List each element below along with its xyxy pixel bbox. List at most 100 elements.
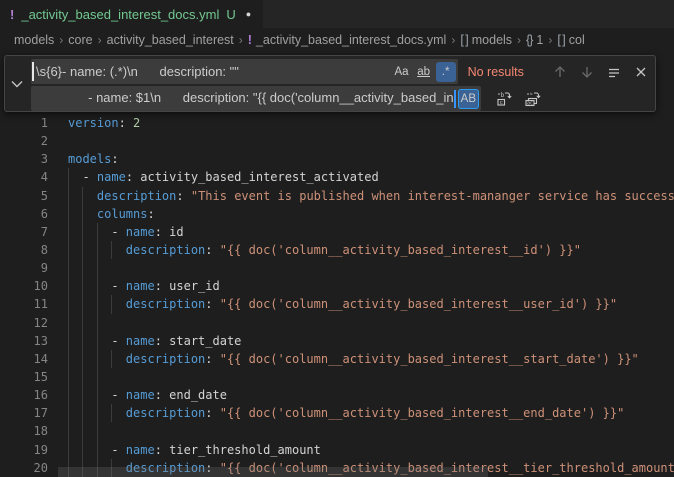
code-token: name bbox=[126, 225, 155, 239]
indent-guide bbox=[82, 223, 83, 241]
indent-guide bbox=[82, 241, 83, 259]
find-status: No results bbox=[468, 65, 544, 79]
svg-text:c: c bbox=[500, 100, 503, 106]
code-token: : user_id bbox=[155, 279, 220, 293]
indent-guide bbox=[82, 277, 83, 295]
indent-guide bbox=[97, 259, 98, 277]
breadcrumb-item[interactable]: {}1 bbox=[526, 33, 543, 47]
code-token: name bbox=[97, 170, 126, 184]
code-line: description: "{{ doc('column__activity_b… bbox=[68, 241, 674, 259]
code-line: description: "{{ doc('column__activity_b… bbox=[68, 295, 674, 313]
find-replace-widget: \s{6}- name: (.*)\n description: "" Aa a… bbox=[4, 55, 656, 112]
replace-value-text: - name: $1\n description: "{{ doc('colum… bbox=[66, 90, 453, 108]
find-caret bbox=[32, 62, 34, 81]
code-token: description bbox=[126, 297, 205, 311]
indent-guide bbox=[82, 295, 83, 313]
breadcrumb-item[interactable]: [ ]models bbox=[460, 33, 512, 47]
breadcrumb-separator-icon: › bbox=[548, 33, 552, 47]
arrow-down-icon bbox=[580, 65, 594, 79]
indent-guide bbox=[97, 314, 98, 332]
replace-button[interactable]: ᵃb c bbox=[493, 88, 515, 110]
previous-match-button[interactable] bbox=[550, 61, 571, 83]
whole-word-button[interactable]: ab bbox=[414, 62, 434, 82]
indent-guide bbox=[68, 187, 69, 205]
indent-guide bbox=[82, 259, 83, 277]
horizontal-scrollbar[interactable] bbox=[58, 467, 488, 477]
code-token: description bbox=[126, 352, 205, 366]
preserve-case-button[interactable]: AB bbox=[458, 89, 479, 109]
indent-guide bbox=[82, 350, 83, 368]
code-line: - name: tier_threshold_amount bbox=[68, 441, 674, 459]
code-token: description bbox=[126, 406, 205, 420]
code-token: : activity_based_interest_activated bbox=[126, 170, 379, 184]
find-input[interactable]: \s{6}- name: (.*)\n description: "" Aa a… bbox=[31, 59, 458, 84]
code-token: : bbox=[119, 116, 133, 130]
close-find-button[interactable] bbox=[630, 61, 651, 83]
indent-guide bbox=[97, 404, 98, 422]
next-match-button[interactable] bbox=[576, 61, 597, 83]
close-icon bbox=[635, 66, 647, 78]
code-line: description: "This event is published wh… bbox=[68, 187, 674, 205]
code-line: version: 2 bbox=[68, 114, 674, 132]
arrow-up-icon bbox=[553, 65, 567, 79]
breadcrumb-item[interactable]: !_activity_based_interest_docs.yml bbox=[248, 33, 447, 47]
line-number: 19 bbox=[0, 441, 48, 459]
line-number-gutter: 1234567891011121314151617181920 bbox=[0, 114, 48, 477]
indent-guide bbox=[82, 332, 83, 350]
chevron-down-icon bbox=[11, 80, 23, 88]
code-token: name bbox=[126, 388, 155, 402]
indent-guide bbox=[97, 241, 98, 259]
code-token: - bbox=[68, 170, 97, 184]
line-number: 18 bbox=[0, 422, 48, 440]
breadcrumb-label: 1 bbox=[536, 33, 543, 47]
indent-guide bbox=[82, 205, 83, 223]
indent-guide bbox=[68, 259, 69, 277]
modified-dot-icon[interactable]: ● bbox=[246, 9, 251, 19]
tab-bar: ! _activity_based_interest_docs.yml U ● bbox=[0, 0, 674, 28]
line-number: 12 bbox=[0, 314, 48, 332]
code-token: version bbox=[68, 116, 119, 130]
code-token: : start_date bbox=[155, 334, 242, 348]
editor-tab[interactable]: ! _activity_based_interest_docs.yml U ● bbox=[0, 0, 264, 28]
indent-guide bbox=[82, 404, 83, 422]
breadcrumb-item[interactable]: core bbox=[68, 33, 92, 47]
line-number: 10 bbox=[0, 277, 48, 295]
match-case-button[interactable]: Aa bbox=[392, 62, 412, 82]
indent-guide bbox=[97, 223, 98, 241]
symbol-array-icon: [ ] bbox=[557, 33, 564, 47]
svg-text:ᵃb: ᵃb bbox=[497, 92, 505, 99]
code-token: name bbox=[126, 443, 155, 457]
toggle-replace-chevron[interactable] bbox=[5, 56, 29, 111]
code-token: : bbox=[111, 152, 118, 166]
breadcrumb-item[interactable]: [ ] col bbox=[557, 33, 584, 47]
code-line: description: "{{ doc('column__activity_b… bbox=[68, 350, 674, 368]
code-token: "{{ doc('column__activity_based_interest… bbox=[220, 243, 581, 257]
code-token: columns bbox=[97, 207, 148, 221]
indent-guide bbox=[68, 350, 69, 368]
replace-caret bbox=[454, 90, 456, 108]
indent-guide bbox=[97, 386, 98, 404]
regex-button[interactable]: .* bbox=[436, 62, 456, 82]
line-number: 5 bbox=[0, 187, 48, 205]
indent-guide bbox=[97, 441, 98, 459]
breadcrumb-label: col bbox=[569, 33, 585, 47]
indent-guide bbox=[82, 386, 83, 404]
replace-row: - name: $1\n description: "{{ doc('colum… bbox=[31, 86, 651, 111]
line-number: 2 bbox=[0, 132, 48, 150]
breadcrumb-label: activity_based_interest bbox=[107, 33, 234, 47]
code-token: "This event is published when interest-m… bbox=[191, 189, 674, 203]
breadcrumb-item[interactable]: models bbox=[14, 33, 54, 47]
find-row: \s{6}- name: (.*)\n description: "" Aa a… bbox=[31, 59, 651, 84]
replace-input[interactable]: - name: $1\n description: "{{ doc('colum… bbox=[31, 86, 481, 111]
breadcrumb-item[interactable]: activity_based_interest bbox=[107, 33, 234, 47]
breadcrumb-separator-icon: › bbox=[517, 33, 521, 47]
indent-guide bbox=[111, 350, 112, 368]
line-number: 1 bbox=[0, 114, 48, 132]
code-line: description: "{{ doc('column__activity_b… bbox=[68, 404, 674, 422]
replace-all-button[interactable]: ᵃᵇ ac bbox=[521, 88, 543, 110]
code-token: : bbox=[205, 243, 219, 257]
indent-guide bbox=[82, 422, 83, 440]
code-editor[interactable]: 1234567891011121314151617181920 version:… bbox=[0, 51, 674, 477]
find-in-selection-button[interactable] bbox=[603, 61, 624, 83]
indent-guide bbox=[97, 295, 98, 313]
